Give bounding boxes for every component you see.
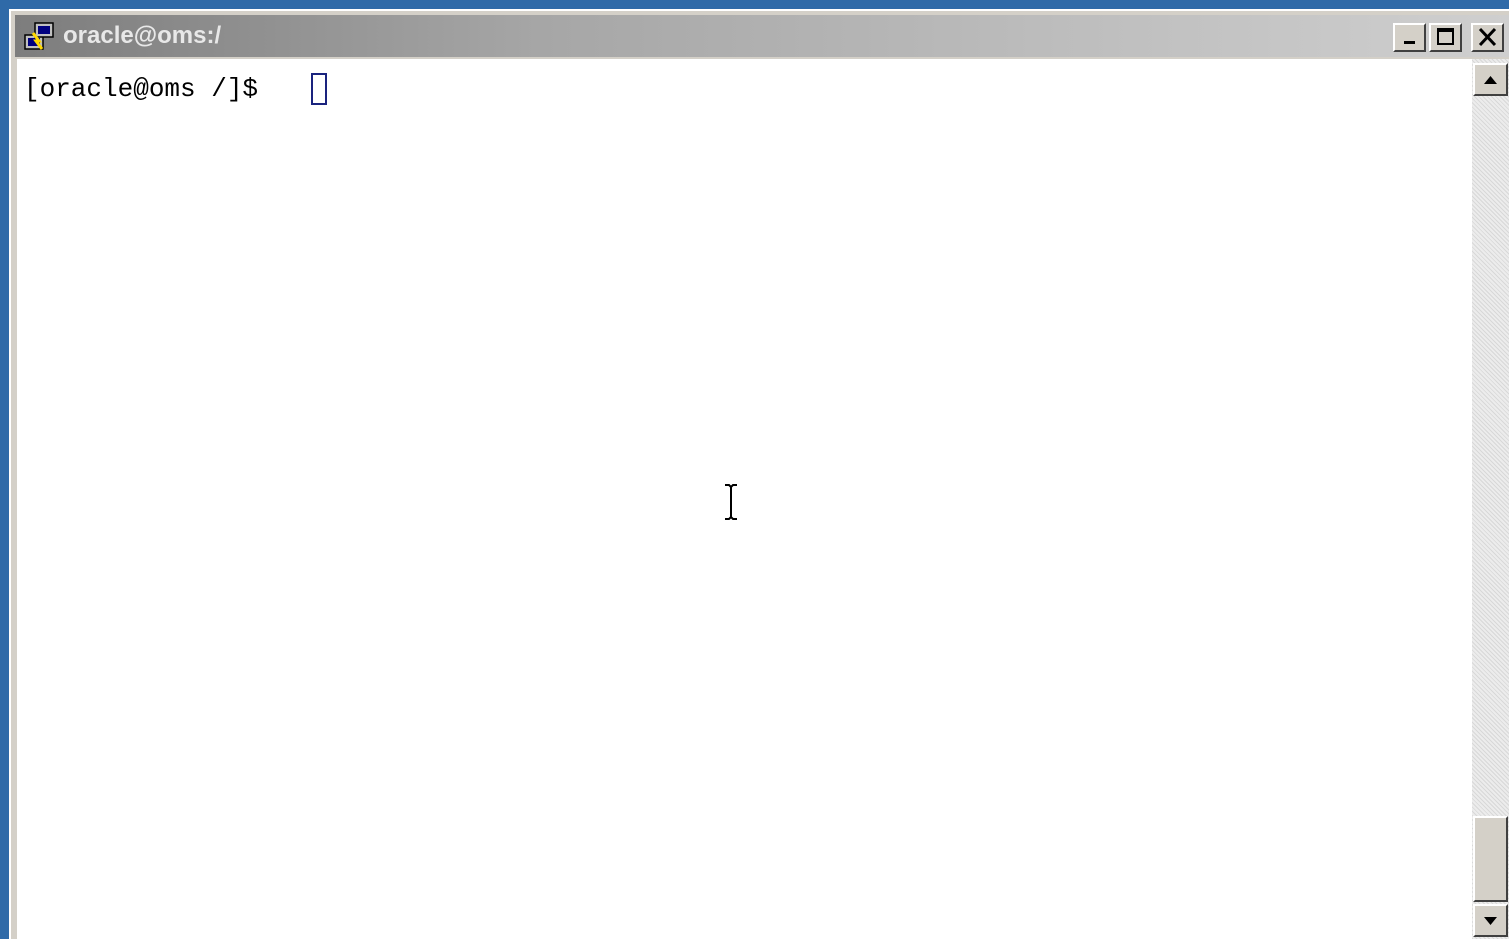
scroll-down-arrow-icon [1484,917,1497,925]
vertical-scrollbar[interactable] [1472,59,1509,939]
title-bar[interactable]: oracle@oms:/ [15,15,1509,57]
close-button[interactable] [1471,23,1504,52]
text-cursor [311,73,327,105]
window-title: oracle@oms:/ [63,22,222,49]
maximize-icon [1437,28,1454,45]
scroll-down-button[interactable] [1473,904,1508,937]
shell-prompt: [oracle@oms /]$ [24,74,274,104]
terminal-screen[interactable]: [oracle@oms /]$ [17,59,1472,939]
scrollbar-thumb[interactable] [1473,816,1508,902]
minimize-button[interactable] [1393,23,1426,52]
terminal-window[interactable]: oracle@oms:/ [oracle@oms /]$ [9,9,1509,939]
scroll-up-button[interactable] [1473,63,1508,96]
putty-terminal-icon[interactable] [23,21,57,53]
minimize-icon [1404,41,1415,44]
maximize-button[interactable] [1429,23,1462,52]
text-ibeam-cursor [723,483,739,521]
scroll-up-arrow-icon [1484,76,1497,84]
close-icon [1478,27,1497,47]
